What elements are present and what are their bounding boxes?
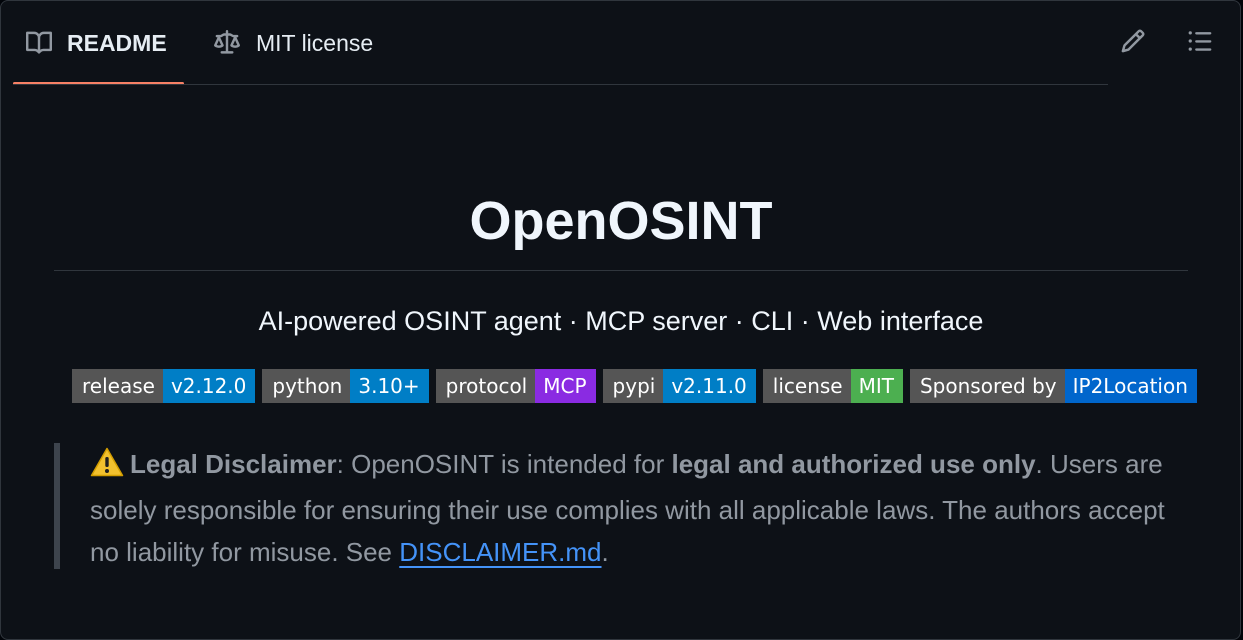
badge-value: 3.10+ (350, 369, 429, 403)
tab-readme-label: README (67, 29, 167, 56)
legal-disclaimer-blockquote: Legal Disclaimer: OpenOSINT is intended … (54, 443, 1174, 569)
badge-value: MIT (850, 369, 903, 403)
disclaimer-link[interactable]: DISCLAIMER.md (399, 537, 601, 567)
list-outline-icon (1186, 28, 1214, 59)
badge-pypi[interactable]: pypi v2.11.0 (602, 369, 756, 403)
outline-button[interactable] (1182, 25, 1218, 61)
badge-python[interactable]: python 3.10+ (262, 369, 429, 403)
title-divider (54, 270, 1188, 271)
badge-label: python (262, 369, 351, 403)
badge-label: release (72, 369, 163, 403)
tab-readme[interactable]: README (13, 1, 184, 85)
disclaimer-heading: Legal Disclaimer (130, 449, 337, 479)
pencil-icon (1120, 28, 1146, 59)
book-icon (25, 30, 53, 56)
badge-value: IP2Location (1064, 369, 1197, 403)
readme-title: OpenOSINT (469, 191, 773, 251)
edit-file-button[interactable] (1115, 25, 1151, 61)
tab-license[interactable]: MIT license (212, 1, 373, 85)
disclaimer-text: : OpenOSINT is intended for (336, 449, 672, 479)
badge-label: license (762, 369, 851, 403)
badge-protocol[interactable]: protocol MCP (435, 369, 596, 403)
badge-label: protocol (435, 369, 536, 403)
badge-label: Sponsored by (909, 369, 1065, 403)
tabbar-divider (13, 84, 1108, 85)
readme-panel: README MIT license OpenOSINT AI-powered … (0, 0, 1241, 640)
badge-label: pypi (602, 369, 664, 403)
badge-row: release v2.12.0 python 3.10+ protocol MC… (72, 369, 1197, 403)
badge-value: v2.11.0 (663, 369, 756, 403)
readme-subtitle: AI-powered OSINT agent · MCP server · CL… (258, 306, 984, 336)
badge-value: v2.12.0 (162, 369, 256, 403)
badge-value: MCP (535, 369, 596, 403)
tab-license-label: MIT license (256, 29, 374, 56)
warning-icon (90, 447, 124, 489)
disclaimer-emphasis: legal and authorized use only (671, 449, 1036, 479)
readme-tabbar: README MIT license (1, 1, 1242, 85)
badge-release[interactable]: release v2.12.0 (72, 369, 256, 403)
badge-sponsor[interactable]: Sponsored by IP2Location (909, 369, 1197, 403)
law-scale-icon (212, 30, 242, 56)
disclaimer-text: . (601, 537, 609, 567)
badge-license[interactable]: license MIT (762, 369, 903, 403)
